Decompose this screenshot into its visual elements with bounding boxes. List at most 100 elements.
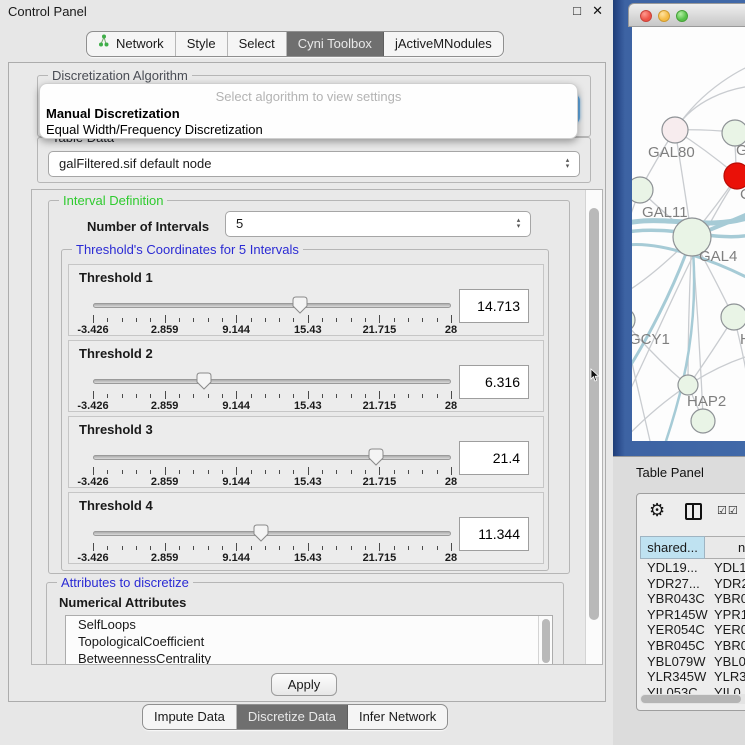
table-hscrollbar[interactable] [640,694,745,704]
tick-mark [379,391,380,399]
attribute-item[interactable]: SelfLoops [66,616,552,633]
tick-label: 28 [445,400,457,412]
dropdown-item-equal-width[interactable]: Equal Width/Frequency Discretization [46,122,263,137]
table-data-combobox[interactable]: galFiltered.sif default node ▴▾ [48,151,580,177]
float-window-icon[interactable]: □ [573,3,581,18]
threshold-slider[interactable] [93,373,451,391]
apply-button[interactable]: Apply [271,673,337,696]
tab-label: Style [187,32,216,56]
tick-label: 9.144 [222,552,250,564]
attributes-list[interactable]: SelfLoopsTopologicalCoefficientBetweenne… [65,615,553,665]
tab-label: Discretize Data [248,705,336,729]
threshold-panel-2: Threshold 2 -3.4262.8599.14415.4321.7152… [68,340,544,412]
slider-thumb[interactable] [196,372,212,390]
tick-mark [222,394,223,398]
tick-mark [437,546,438,550]
columns-icon[interactable] [685,503,702,520]
tick-mark [193,318,194,322]
tick-mark [251,394,252,398]
dropdown-prompt: Select algorithm to view settings [40,89,577,104]
cell-shared-name: YBR045C [640,638,706,653]
tab-label: Infer Network [359,705,436,729]
tick-mark [265,318,266,322]
slider-thumb[interactable] [368,448,384,466]
tick-mark [322,318,323,322]
tick-mark [179,394,180,398]
minimize-traffic-light-icon[interactable] [658,10,670,22]
dropdown-item-manual[interactable]: Manual Discretization [46,106,180,121]
tick-mark [208,470,209,474]
threshold-value-field[interactable] [459,289,529,323]
select-columns-checkboxes-icon[interactable]: ☑☑ [717,504,739,517]
tick-label: -3.426 [77,400,108,412]
node-hap2[interactable] [678,375,698,395]
tick-mark [351,318,352,322]
threshold-slider[interactable] [93,525,451,543]
table-row[interactable]: YDR27...YDR2 [640,576,745,592]
tick-mark [408,394,409,398]
slider-thumb[interactable] [253,524,269,542]
threshold-slider[interactable] [93,449,451,467]
close-traffic-light-icon[interactable] [640,10,652,22]
tick-mark [222,546,223,550]
table-row[interactable]: YBR045CYBR0 [640,638,745,654]
tick-label: 15.43 [294,400,322,412]
tab-network[interactable]: Network [87,32,176,56]
table-row[interactable]: YER054CYER0 [640,622,745,638]
column-header-name[interactable]: na... [705,536,745,559]
thresholds-group: Threshold's Coordinates for 5 Intervals … [61,249,549,571]
tick-mark [308,391,309,399]
threshold-value-field[interactable] [459,365,529,399]
node-gal80[interactable] [662,117,688,143]
tab-jactivemnodules[interactable]: jActiveMNodules [384,32,503,56]
cell-shared-name: YLR345W [640,669,706,684]
attributes-list-scrollbar[interactable] [538,616,552,665]
tab-infer-network[interactable]: Infer Network [348,705,447,729]
tick-mark [293,470,294,474]
node-gcy1[interactable] [632,308,635,332]
bottom-tab-bar: Impute Data Discretize Data Infer Networ… [142,704,448,730]
tab-discretize-data[interactable]: Discretize Data [237,705,348,729]
node-label: GA [736,142,745,159]
num-intervals-combobox[interactable]: 5 ▴▾ [225,211,531,237]
tick-mark [365,470,366,474]
tick-mark [437,470,438,474]
close-icon[interactable]: ✕ [592,3,603,19]
cell-name: YBR0 [706,638,745,653]
node[interactable] [691,409,715,433]
slider-thumb[interactable] [292,296,308,314]
threshold-value-field[interactable] [459,441,529,475]
attribute-item[interactable]: TopologicalCoefficient [66,633,552,650]
threshold-label: Threshold 2 [79,346,153,361]
column-header-shared-name[interactable]: shared... [640,536,705,559]
tick-label: 15.43 [294,552,322,564]
zoom-traffic-light-icon[interactable] [676,10,688,22]
node-gal11[interactable] [632,177,653,203]
settings-scroll-panel: Interval Definition Number of Intervals … [31,189,603,665]
tick-mark [336,394,337,398]
tick-mark [93,467,94,475]
tab-cyni-toolbox[interactable]: Cyni Toolbox [287,32,384,56]
threshold-slider[interactable] [93,297,451,315]
tab-style[interactable]: Style [176,32,228,56]
slider-ticks [93,467,451,475]
table-row[interactable]: YDL19...YDL1 [640,560,745,576]
tab-impute-data[interactable]: Impute Data [143,705,237,729]
table-row[interactable]: YBL079WYBL0 [640,654,745,670]
scrollbar-thumb[interactable] [589,208,599,620]
cell-name: YBR0 [706,591,745,606]
tab-select[interactable]: Select [228,32,287,56]
node-label: GAL80 [648,144,695,161]
scrollbar-thumb[interactable] [641,695,741,703]
table-row[interactable]: YPR145WYPR1 [640,607,745,623]
attribute-item[interactable]: BetweennessCentrality [66,650,552,665]
table-row[interactable]: YBR043CYBR0 [640,591,745,607]
scrollbar-thumb[interactable] [542,619,550,663]
table-row[interactable]: YLR345WYLR3 [640,669,745,685]
gear-icon[interactable]: ⚙ [649,500,665,521]
node[interactable] [721,304,745,330]
tab-label: jActiveMNodules [395,32,492,56]
threshold-value-field[interactable] [459,517,529,551]
settings-scrollbar[interactable] [585,190,602,664]
network-canvas[interactable]: GAL80 GA GAL11 C GAL4 GCY1 H HAP2 [632,27,745,441]
